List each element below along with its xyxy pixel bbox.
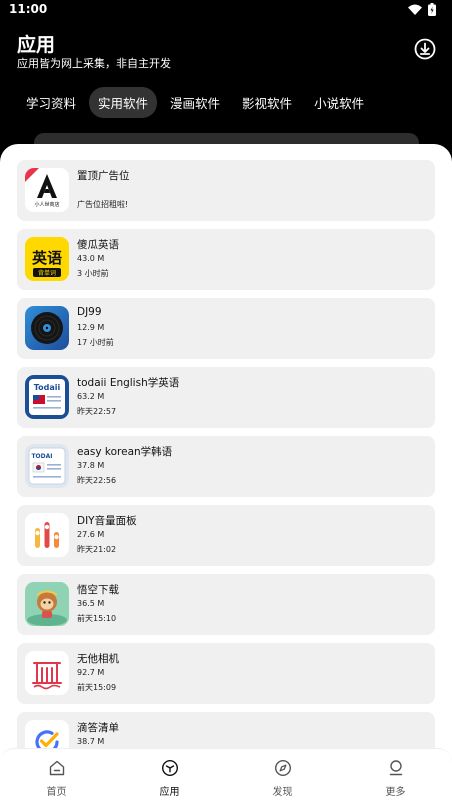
todaii-english-icon: Todaii: [25, 375, 69, 419]
svg-text:英语: 英语: [32, 249, 62, 267]
volume-panel-icon: [25, 513, 69, 557]
status-icons: [408, 3, 436, 16]
content-sheet: 小人世商店 置顶广告位 广告位招租啦! 英语 背单词 傻瓜英语 43.0 M 3…: [0, 144, 452, 805]
app-card[interactable]: 英语 背单词 傻瓜英语 43.0 M 3 小时前: [17, 229, 435, 290]
bottom-nav: 首页 应用 发现 更多: [0, 748, 452, 805]
app-size: 43.0 M: [77, 254, 105, 263]
app-list: 小人世商店 置顶广告位 广告位招租啦! 英语 背单词 傻瓜英语 43.0 M 3…: [17, 160, 435, 781]
app-card[interactable]: 悟空下载 36.5 M 前天15:10: [17, 574, 435, 635]
app-updated-time: 前天15:10: [77, 614, 117, 623]
app-card[interactable]: DIY音量面板 27.6 M 昨天21:02: [17, 505, 435, 566]
nav-discover-label: 发现: [272, 787, 293, 798]
home-icon: [49, 760, 64, 776]
nav-more[interactable]: 更多: [339, 749, 452, 805]
app-updated-time: 3 小时前: [77, 269, 109, 278]
tab-video-software[interactable]: 影视软件: [233, 87, 301, 118]
page-subtitle: 应用皆为网上采集，非自主开发: [17, 57, 171, 70]
compass-icon: [274, 759, 291, 777]
nav-home-label: 首页: [46, 787, 67, 798]
page-title: 应用: [17, 34, 56, 56]
app-name: 傻瓜英语: [77, 239, 119, 251]
app-updated-time: 昨天22:57: [77, 407, 117, 416]
todai-korean-icon: TODAI: [25, 444, 69, 488]
app-card[interactable]: TODAI easy korean学韩语 37.8 M 昨天22:56: [17, 436, 435, 497]
app-name: todaii English学英语: [77, 377, 180, 389]
nav-discover[interactable]: 发现: [226, 749, 339, 805]
svg-text:Todaii: Todaii: [34, 383, 61, 392]
tab-utility-software[interactable]: 实用软件: [89, 86, 158, 118]
cube-icon: [161, 759, 178, 777]
ad-logo-icon: 小人世商店: [25, 168, 69, 212]
status-bar: 11:00: [0, 0, 452, 22]
app-name: DIY音量面板: [77, 515, 137, 527]
app-card[interactable]: 无他相机 92.7 M 前天15:09: [17, 643, 435, 704]
nav-more-label: 更多: [385, 787, 406, 798]
app-updated-time: 昨天21:02: [77, 545, 117, 554]
app-size: 12.9 M: [77, 323, 105, 332]
category-tabs: 学习资料 实用软件 漫画软件 影视软件 小说软件: [17, 86, 377, 118]
app-size: 36.5 M: [77, 599, 105, 608]
tab-study-materials[interactable]: 学习资料: [17, 87, 85, 118]
shagua-english-icon: 英语 背单词: [25, 237, 69, 281]
app-size: 63.2 M: [77, 392, 105, 401]
svg-text:TODAI: TODAI: [31, 453, 52, 460]
battery-icon: [428, 3, 436, 16]
app-updated-time: 前天15:09: [77, 683, 117, 692]
nav-apps[interactable]: 应用: [113, 749, 226, 805]
app-size: 37.8 M: [77, 461, 105, 470]
wuta-camera-icon: [25, 651, 69, 695]
tab-comic-software[interactable]: 漫画软件: [161, 87, 229, 118]
app-updated-time: 昨天22:56: [77, 476, 117, 485]
app-name: 滴答清单: [77, 722, 119, 734]
ad-title: 置顶广告位: [77, 170, 130, 182]
app-card[interactable]: Todaii todaii English学英语 63.2 M 昨天22:57: [17, 367, 435, 428]
ad-description: 广告位招租啦!: [77, 200, 129, 209]
app-name: 无他相机: [77, 653, 119, 665]
app-card[interactable]: DJ99 12.9 M 17 小时前: [17, 298, 435, 359]
app-name: DJ99: [77, 306, 102, 318]
dj99-vinyl-icon: [25, 306, 69, 350]
ad-card[interactable]: 小人世商店 置顶广告位 广告位招租啦!: [17, 160, 435, 221]
app-size: 38.7 M: [77, 737, 105, 746]
app-updated-time: 17 小时前: [77, 338, 114, 347]
svg-text:小人世商店: 小人世商店: [34, 201, 59, 208]
download-icon[interactable]: [414, 38, 436, 60]
svg-text:背单词: 背单词: [38, 269, 56, 277]
person-icon: [389, 760, 402, 776]
app-name: 悟空下载: [77, 584, 119, 596]
nav-home[interactable]: 首页: [0, 749, 113, 805]
tab-novel-software[interactable]: 小说软件: [305, 87, 373, 118]
app-size: 27.6 M: [77, 530, 105, 539]
wifi-icon: [408, 4, 422, 15]
app-size: 92.7 M: [77, 668, 105, 677]
app-name: easy korean学韩语: [77, 446, 173, 458]
status-time: 11:00: [9, 2, 48, 16]
nav-apps-label: 应用: [159, 787, 180, 798]
wukong-download-icon: [25, 582, 69, 626]
